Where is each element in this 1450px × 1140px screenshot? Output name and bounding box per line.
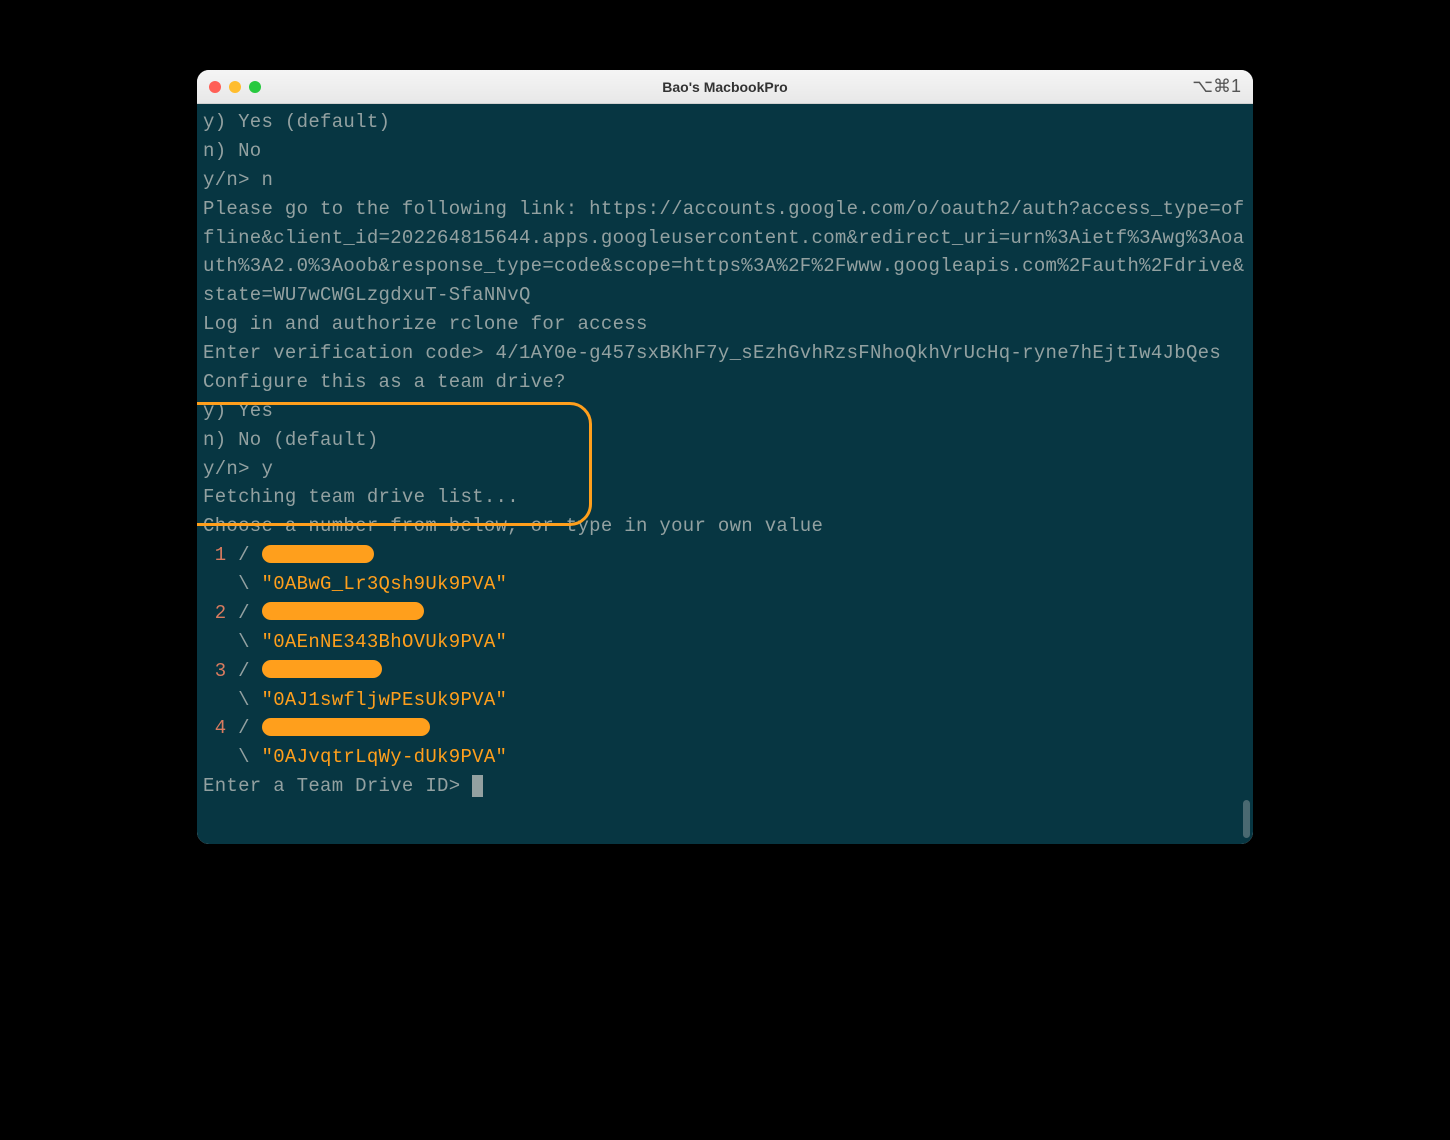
terminal-line: y) Yes — [203, 397, 1247, 426]
drive-entry-id: \ "0ABwG_Lr3Qsh9Uk9PVA" — [203, 570, 1247, 599]
terminal-line: n) No — [203, 137, 1247, 166]
traffic-lights — [209, 81, 261, 93]
titlebar: Bao's MacbookPro ⌥⌘1 — [197, 70, 1253, 104]
drive-entry-name: 2 / — [203, 599, 1247, 628]
terminal-line: y/n> y — [203, 455, 1247, 484]
drive-entry-name: 4 / — [203, 714, 1247, 743]
terminal-line: Enter verification code> 4/1AY0e-g457sxB… — [203, 339, 1247, 368]
terminal-line: Log in and authorize rclone for access — [203, 310, 1247, 339]
drive-entry-name: 1 / — [203, 541, 1247, 570]
minimize-button[interactable] — [229, 81, 241, 93]
window-title: Bao's MacbookPro — [662, 79, 787, 95]
shortcut-label: ⌥⌘1 — [1192, 76, 1241, 97]
drive-entry-id: \ "0AJ1swfljwPEsUk9PVA" — [203, 686, 1247, 715]
drive-entry-id: \ "0AEnNE343BhOVUk9PVA" — [203, 628, 1247, 657]
terminal-line: y/n> n — [203, 166, 1247, 195]
terminal-window: Bao's MacbookPro ⌥⌘1 y) Yes (default) n)… — [197, 70, 1253, 844]
terminal-line: Fetching team drive list... — [203, 483, 1247, 512]
cursor — [472, 775, 483, 797]
terminal-area[interactable]: y) Yes (default) n) No y/n> n Please go … — [197, 104, 1253, 844]
drive-entry-id: \ "0AJvqtrLqWy-dUk9PVA" — [203, 743, 1247, 772]
terminal-line: Choose a number from below, or type in y… — [203, 512, 1247, 541]
close-button[interactable] — [209, 81, 221, 93]
maximize-button[interactable] — [249, 81, 261, 93]
drive-list: 1 / \ "0ABwG_Lr3Qsh9Uk9PVA" 2 / \ "0AEnN… — [203, 541, 1247, 772]
scrollbar-thumb[interactable] — [1243, 800, 1250, 838]
terminal-prompt[interactable]: Enter a Team Drive ID> — [203, 772, 1247, 801]
terminal-line: y) Yes (default) — [203, 108, 1247, 137]
terminal-line: Please go to the following link: https:/… — [203, 195, 1247, 311]
terminal-line: Configure this as a team drive? — [203, 368, 1247, 397]
terminal-line: n) No (default) — [203, 426, 1247, 455]
drive-entry-name: 3 / — [203, 657, 1247, 686]
